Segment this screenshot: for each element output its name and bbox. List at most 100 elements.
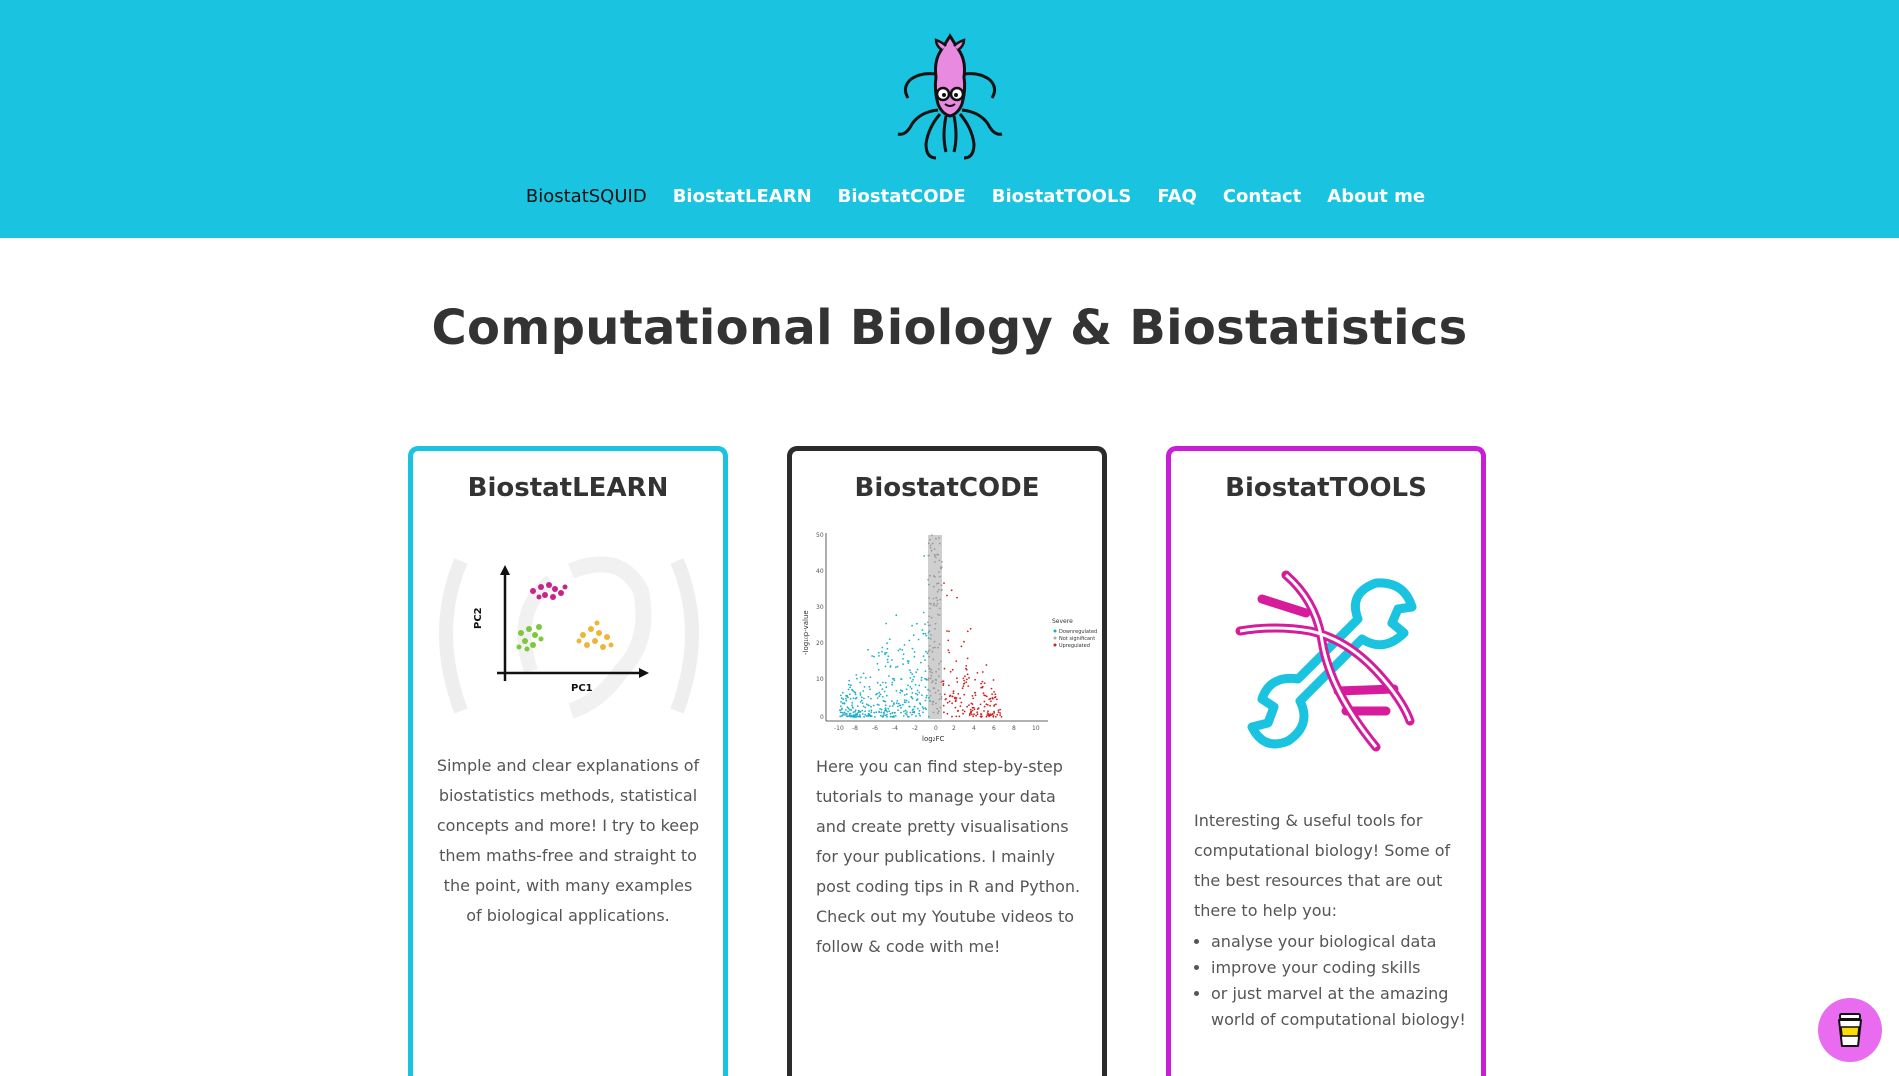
volcano-point [897, 705, 899, 708]
volcano-point [863, 697, 865, 700]
nav-faq[interactable]: FAQ [1157, 186, 1196, 207]
card-biostattools[interactable]: BiostatTOOLS Interesting & useful tools … [1166, 446, 1486, 1076]
nav-about-me[interactable]: About me [1327, 186, 1425, 207]
volcano-point [966, 705, 968, 708]
nav-contact[interactable]: Contact [1223, 186, 1301, 207]
buy-me-a-coffee-button[interactable] [1818, 998, 1882, 1062]
svg-text:20: 20 [816, 640, 824, 647]
squid-logo[interactable] [890, 32, 1010, 162]
volcano-point [932, 585, 935, 588]
volcano-point [839, 715, 842, 718]
volcano-point [860, 699, 863, 702]
volcano-point [955, 699, 957, 701]
volcano-point [914, 684, 917, 686]
volcano-point [911, 697, 914, 700]
nav-biostatlearn[interactable]: BiostatLEARN [673, 186, 812, 207]
volcano-point [938, 643, 941, 646]
volcano-point [916, 668, 919, 671]
volcano-point [985, 664, 988, 666]
volcano-point [938, 575, 941, 578]
volcano-point [962, 683, 965, 685]
volcano-point [960, 645, 963, 648]
volcano-point [942, 680, 945, 683]
volcano-point [930, 549, 933, 552]
volcano-point [925, 634, 928, 637]
volcano-point [918, 691, 921, 694]
volcano-point [930, 603, 932, 605]
volcano-point [905, 693, 908, 695]
volcano-point [991, 713, 994, 715]
volcano-point [865, 715, 868, 717]
volcano-point [855, 674, 858, 676]
volcano-point [937, 710, 940, 713]
volcano-point [859, 716, 861, 718]
svg-text:6: 6 [992, 725, 996, 732]
volcano-point [903, 699, 906, 701]
volcano-point [856, 677, 858, 680]
card-biostatcode[interactable]: BiostatCODE 50 40 30 20 10 0 -10 -8 -6 -4 -2 0 2 4 6 8… [787, 446, 1107, 1076]
volcano-point [935, 702, 937, 705]
volcano-point [938, 662, 940, 665]
volcano-point [979, 703, 982, 706]
volcano-point [928, 615, 931, 618]
volcano-point [940, 584, 943, 587]
svg-text:-6: -6 [872, 725, 878, 732]
volcano-point [916, 698, 919, 700]
volcano-point [912, 634, 915, 637]
volcano-point [913, 651, 916, 653]
volcano-point [885, 709, 888, 712]
volcano-point [915, 671, 917, 674]
volcano-point [875, 711, 878, 714]
volcano-point [924, 659, 926, 661]
card-biostatlearn[interactable]: BiostatLEARN PC1 PC2 Simple and clear ex… [408, 446, 728, 1076]
volcano-point [932, 711, 935, 714]
volcano-point [933, 548, 936, 550]
volcano-point [899, 691, 902, 694]
volcano-point [936, 602, 939, 605]
volcano-point [852, 707, 854, 709]
volcano-point [870, 709, 873, 712]
nav-biostattools[interactable]: BiostatTOOLS [992, 186, 1132, 207]
volcano-point [918, 712, 921, 715]
volcano-point [848, 713, 851, 716]
volcano-point [901, 649, 904, 651]
volcano-point [936, 590, 939, 593]
volcano-point [877, 651, 880, 654]
volcano-point [899, 689, 902, 692]
volcano-point [877, 668, 880, 671]
volcano-point [876, 681, 879, 684]
volcano-point [894, 715, 897, 717]
volcano-point [936, 707, 938, 710]
volcano-point [849, 693, 851, 696]
volcano-point [988, 715, 991, 718]
pca-plot-illustration: PC1 PC2 [439, 556, 699, 719]
volcano-point [911, 647, 914, 650]
volcano-point [920, 661, 922, 664]
volcano-point [897, 649, 900, 652]
volcano-point [856, 714, 859, 716]
volcano-point [958, 715, 961, 718]
volcano-point [859, 692, 862, 694]
volcano-point [979, 715, 982, 718]
volcano-point [859, 710, 862, 713]
volcano-point [864, 713, 867, 716]
nav-biostatcode[interactable]: BiostatCODE [838, 186, 966, 207]
volcano-point [900, 706, 902, 709]
volcano-point [918, 684, 921, 687]
volcano-point [891, 700, 893, 703]
volcano-point [943, 693, 946, 696]
volcano-point [886, 658, 889, 661]
volcano-point [901, 703, 904, 706]
nav-biostatsquid[interactable]: BiostatSQUID [526, 186, 647, 207]
volcano-point [927, 679, 930, 681]
tools-bullet-list: analyse your biological data improve you… [1211, 929, 1471, 1033]
volcano-point [906, 711, 908, 713]
volcano-point [907, 701, 910, 703]
volcano-point [861, 709, 864, 712]
volcano-point [960, 701, 963, 704]
volcano-point [981, 680, 984, 683]
volcano-point [893, 702, 895, 704]
volcano-point [938, 542, 941, 545]
volcano-point [891, 681, 894, 684]
volcano-point [843, 702, 846, 705]
